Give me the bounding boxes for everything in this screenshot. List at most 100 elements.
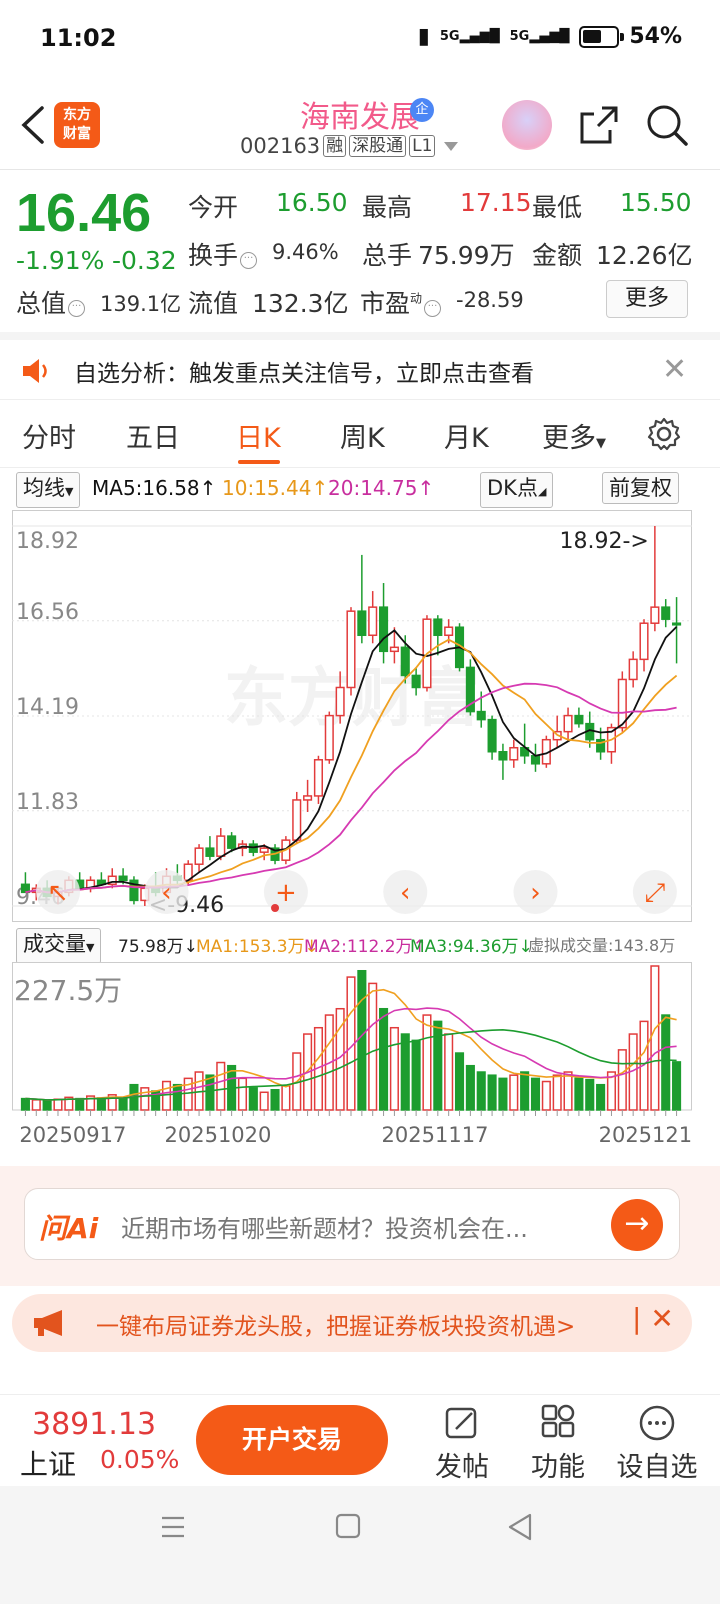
candle <box>465 659 475 716</box>
ai-assistant-icon[interactable] <box>502 100 552 150</box>
volume-selector[interactable]: 成交量▼ <box>16 928 102 964</box>
home-icon[interactable] <box>334 1512 362 1540</box>
volume-chart[interactable]: 227.5万 20250917 20251020 20251117 20251215 <box>12 962 692 1162</box>
volume-bar <box>248 1087 258 1111</box>
tab-five-day[interactable]: 五日 <box>126 416 180 455</box>
dk-point-selector[interactable]: DK点◢ <box>480 472 554 508</box>
info-icon: ··· <box>68 300 86 317</box>
candle-body <box>650 606 660 624</box>
volume-bar <box>368 982 378 1111</box>
zoom-in-icon[interactable]: + <box>263 870 308 914</box>
bottom-action-bar: 3891.13 上证 0.05% 开户交易 发帖 功能 设自选 <box>0 1394 720 1486</box>
settings-gear-icon[interactable] <box>646 416 682 452</box>
share-icon[interactable] <box>576 102 622 148</box>
stock-code: 002163 <box>240 134 321 158</box>
candle-body <box>639 622 649 661</box>
volume-bar <box>617 1049 627 1111</box>
open-value: 16.50 <box>276 188 348 217</box>
volume-bar <box>552 1074 562 1111</box>
zoom-out-icon[interactable]: ↖ <box>35 870 80 914</box>
fullscreen-icon[interactable]: ⤢ <box>632 870 677 914</box>
candle-body <box>563 714 573 733</box>
chevron-right-icon[interactable]: › <box>513 870 558 914</box>
back-icon[interactable] <box>506 1512 534 1542</box>
candle-body <box>498 751 508 761</box>
candle-body <box>444 626 454 637</box>
chart-tabs: 分时 五日 日K 周K 月K 更多▼ <box>0 400 720 468</box>
svg-text:+: + <box>275 878 297 908</box>
float-value: 132.3亿 <box>252 289 349 318</box>
promo-text: 一键布局证券龙头股，把握证券板块投资机遇> <box>96 1314 576 1340</box>
back-arrow-icon[interactable] <box>14 102 54 148</box>
volume-bar <box>509 1074 519 1111</box>
level-tag: L1 <box>409 135 436 157</box>
amount-value: 12.26亿 <box>596 241 693 270</box>
volume-bar <box>672 1061 682 1111</box>
y-tick-label: 14.19 <box>16 695 79 720</box>
promo-banner[interactable]: 一键布局证券龙头股，把握证券板块投资机遇> | ✕ <box>12 1294 692 1352</box>
volume-bar <box>172 1083 182 1111</box>
status-icons: ▮ 5G▂▄▆█ 5G▂▄▆█ 54% <box>418 24 682 49</box>
open-account-trade-button[interactable]: 开户交易 <box>196 1405 388 1475</box>
candle-body <box>313 759 323 797</box>
volume-bar <box>281 1085 291 1111</box>
y-tick-label: 11.83 <box>16 790 79 815</box>
signal-5g-icon: 5G▂▄▆█ <box>439 29 500 44</box>
volume-bar <box>140 1087 150 1111</box>
adjust-selector[interactable]: 前复权 <box>602 472 679 504</box>
x-axis-date-label: 20251020 <box>165 1123 272 1147</box>
search-icon[interactable] <box>644 102 690 148</box>
ai-search-section: 问Ai 近期市场有哪些新题材？投资机会在... → <box>0 1166 720 1286</box>
index-percent[interactable]: 0.05% <box>100 1445 179 1474</box>
chevron-left-icon[interactable]: ‹ <box>383 870 428 914</box>
function-button[interactable]: 功能 <box>518 1403 598 1484</box>
ai-placeholder: 近期市场有哪些新题材？投资机会在... <box>121 1215 528 1243</box>
candle-body <box>227 835 237 849</box>
open-label: 今开 <box>188 193 239 222</box>
tab-intraday[interactable]: 分时 <box>22 416 76 455</box>
volume-bar <box>96 1097 106 1111</box>
candle-body <box>357 610 367 637</box>
analysis-alert[interactable]: 自选分析：触发重点关注信号，立即点击查看 ✕ <box>0 332 720 400</box>
status-bar: 11:02 ▮ 5G▂▄▆█ 5G▂▄▆█ 54% <box>0 0 720 80</box>
pe-value: -28.59 <box>456 288 524 312</box>
tab-weekly-k[interactable]: 周K <box>340 416 385 455</box>
candle-body <box>205 847 215 857</box>
stock-code-row[interactable]: 002163 融 深股通 L1 <box>240 134 459 158</box>
speaker-icon <box>23 359 47 383</box>
tab-daily-k[interactable]: 日K <box>236 416 281 455</box>
candlestick-chart[interactable]: 东方财富18.9216.5614.1911.839.4618.92-><-9.4… <box>12 510 692 922</box>
volume-bar <box>216 1061 226 1111</box>
post-button[interactable]: 发帖 <box>422 1403 502 1484</box>
tab-more[interactable]: 更多▼ <box>542 416 606 455</box>
arrow-right-icon[interactable]: → <box>611 1199 663 1251</box>
volume-bar <box>411 1039 421 1111</box>
low-value: 15.50 <box>620 188 692 217</box>
index-value[interactable]: 3891.13 <box>32 1407 156 1442</box>
ai-search-input[interactable]: 问Ai 近期市场有哪些新题材？投资机会在... → <box>24 1188 680 1260</box>
volume-bar <box>661 1014 671 1111</box>
candle-body <box>411 674 421 689</box>
volume-bar <box>237 1077 248 1111</box>
close-icon[interactable]: ✕ <box>662 352 687 387</box>
candle-body <box>118 875 128 882</box>
battery-icon <box>579 25 625 48</box>
volume-max-label: 227.5万 <box>14 974 122 1007</box>
candle-body <box>368 606 378 637</box>
close-icon[interactable]: | ✕ <box>632 1302 674 1335</box>
prev-icon[interactable]: ‹ <box>144 870 189 914</box>
turnover-value: 9.46% <box>272 240 339 264</box>
megaphone-icon <box>34 1310 62 1336</box>
more-quote-button[interactable]: 更多 <box>606 280 688 318</box>
tab-monthly-k[interactable]: 月K <box>444 416 489 455</box>
volume-bar <box>574 1077 584 1111</box>
add-watchlist-button[interactable]: 设自选 <box>614 1403 700 1484</box>
change-percent: -1.91% <box>16 246 105 275</box>
max-price-label: 18.92-> <box>560 529 649 554</box>
index-name[interactable]: 上证 <box>20 1443 76 1483</box>
svg-text:›: › <box>530 878 540 908</box>
high-value: 17.15 <box>460 188 532 217</box>
ma-selector[interactable]: 均线▼ <box>16 472 81 508</box>
volume-bar <box>400 1033 410 1111</box>
menu-icon[interactable] <box>158 1512 188 1542</box>
